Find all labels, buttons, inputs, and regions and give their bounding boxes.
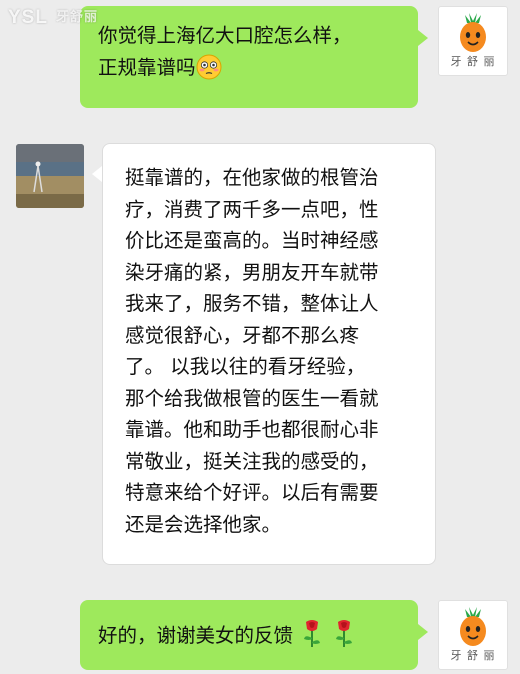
chat-window: YSL 牙舒丽 牙 舒 丽 你觉得上海亿大口腔怎么样， 正规靠谱吗 挺靠谱的，在… [0, 0, 520, 674]
message-line: 价比还是蛮高的。当时神经感 [125, 229, 379, 252]
brand-avatar[interactable]: 牙 舒 丽 [438, 600, 508, 670]
watermark: YSL 牙舒丽 [8, 6, 98, 29]
watermark-text: YSL [8, 7, 48, 28]
message-line: 好的，谢谢美女的反馈 [98, 624, 294, 647]
message-line: 还是会选择他家。 [125, 512, 282, 536]
message-line: 感觉很舒心，牙都不那么疼 [125, 323, 360, 347]
message-line: 常敬业，挺关注我的感受的， [125, 449, 379, 473]
user-avatar[interactable] [16, 144, 84, 208]
message-line: 疗，消费了两千多一点吧，性 [125, 197, 379, 221]
bubble-tail [418, 30, 428, 46]
outgoing-message-bubble[interactable]: 你觉得上海亿大口腔怎么样， 正规靠谱吗 [80, 6, 418, 108]
rose-icon [299, 618, 325, 658]
message-line: 正规靠谱吗 [98, 52, 400, 90]
user-photo-icon [16, 144, 84, 208]
message-line: 挺靠谱的，在他家做的根管治 [125, 166, 379, 189]
message-line: 特意来给个好评。以后有需要 [125, 481, 379, 504]
carrot-logo-icon [460, 607, 486, 646]
brand-avatar-caption: 牙 舒 丽 [450, 55, 496, 68]
message-line: 靠谱。他和助手也都很耐心非 [125, 418, 379, 441]
brand-avatar-caption: 牙 舒 丽 [450, 649, 496, 662]
bubble-tail [92, 166, 102, 182]
carrot-logo-icon [460, 13, 486, 52]
message-line: 你觉得上海亿大口腔怎么样， [98, 24, 352, 47]
rose-icon [331, 618, 357, 658]
bubble-tail [418, 624, 428, 640]
flushed-face-icon [196, 54, 222, 90]
message-line: 了。 以我以往的看牙经验， [125, 355, 366, 378]
message-line: 那个给我做根管的医生一看就 [125, 386, 379, 410]
message-line: 我来了，服务不错，整体让人 [125, 292, 379, 315]
outgoing-message-bubble[interactable]: 好的，谢谢美女的反馈 [80, 600, 418, 670]
watermark-sub: 牙舒丽 [55, 9, 98, 24]
incoming-message-bubble[interactable]: 挺靠谱的，在他家做的根管治 疗，消费了两千多一点吧，性 价比还是蛮高的。当时神经… [102, 143, 436, 565]
brand-avatar[interactable]: 牙 舒 丽 [438, 6, 508, 76]
message-line: 染牙痛的紧，男朋友开车就带 [125, 260, 379, 284]
